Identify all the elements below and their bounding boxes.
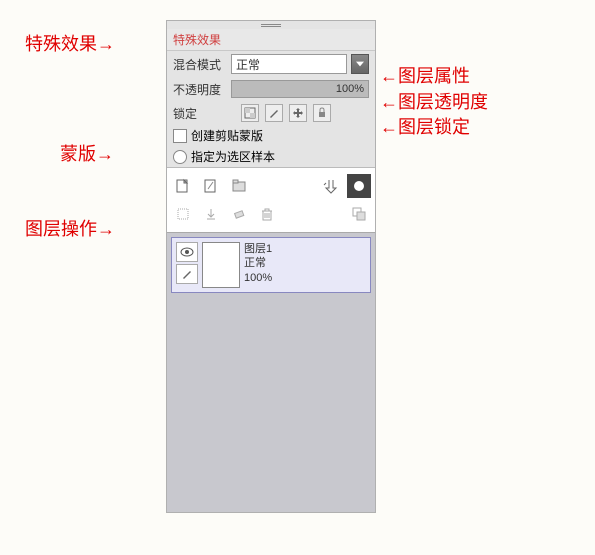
- blend-dropdown-button[interactable]: [351, 54, 369, 74]
- layer-opacity-text: 100%: [244, 271, 272, 285]
- selection-source-label: 指定为选区样本: [191, 148, 275, 165]
- panel-grip[interactable]: [167, 21, 375, 29]
- annotation-special-fx: 特殊效果→: [25, 30, 115, 56]
- layer-info: 图层1 正常 100%: [244, 242, 272, 288]
- apply-mask-button[interactable]: [347, 202, 371, 226]
- selection-source-row[interactable]: 指定为选区样本: [167, 146, 375, 167]
- clip-mask-label: 创建剪贴蒙版: [191, 127, 263, 144]
- erase-button[interactable]: [227, 202, 251, 226]
- opacity-slider[interactable]: 100%: [231, 80, 369, 98]
- pencil-icon: [181, 268, 193, 280]
- lock-all-icon[interactable]: [313, 104, 331, 122]
- opacity-row: 不透明度 100%: [167, 77, 375, 101]
- annotation-layer-lock: ←图层锁定: [380, 113, 470, 139]
- transfer-down-button[interactable]: [319, 174, 343, 198]
- lock-paint-icon[interactable]: [265, 104, 283, 122]
- annotation-layer-opacity: ←图层透明度: [380, 88, 488, 114]
- delete-layer-button[interactable]: [255, 202, 279, 226]
- merge-button[interactable]: [199, 202, 223, 226]
- new-linework-button[interactable]: [199, 174, 223, 198]
- blend-mode-row: 混合模式 正常: [167, 51, 375, 77]
- layer-mode: 正常: [244, 256, 272, 270]
- annotation-layer-props: ←图层属性: [380, 62, 470, 88]
- blend-mode-label: 混合模式: [173, 56, 227, 73]
- lock-label: 锁定: [173, 105, 227, 122]
- section-header-fx: 特殊效果: [167, 29, 375, 51]
- annotation-mask: 蒙版→: [60, 140, 114, 166]
- new-set-button[interactable]: [227, 174, 251, 198]
- selection-source-radio[interactable]: [173, 150, 187, 164]
- clear-layer-button[interactable]: [171, 202, 195, 226]
- opacity-label: 不透明度: [173, 81, 227, 98]
- layer-item[interactable]: 图层1 正常 100%: [171, 237, 371, 293]
- chevron-down-icon: [356, 61, 364, 67]
- layers-panel: 特殊效果 混合模式 正常 不透明度 100% 锁定: [166, 20, 376, 513]
- layer-toolbar: [167, 167, 375, 232]
- mask-button[interactable]: [347, 174, 371, 198]
- lock-row: 锁定: [167, 101, 375, 125]
- lock-move-icon[interactable]: [289, 104, 307, 122]
- layer-name: 图层1: [244, 242, 272, 256]
- layer-list: 图层1 正常 100%: [167, 232, 375, 512]
- lock-transparency-icon[interactable]: [241, 104, 259, 122]
- eye-icon: [180, 247, 194, 257]
- visibility-toggle[interactable]: [176, 242, 198, 262]
- edit-toggle[interactable]: [176, 264, 198, 284]
- annotation-layer-ops: 图层操作→: [25, 215, 115, 241]
- clip-mask-row[interactable]: 创建剪贴蒙版: [167, 125, 375, 146]
- layer-thumbnail[interactable]: [202, 242, 240, 288]
- blend-mode-select[interactable]: 正常: [231, 54, 347, 74]
- new-layer-button[interactable]: [171, 174, 195, 198]
- clip-mask-checkbox[interactable]: [173, 129, 187, 143]
